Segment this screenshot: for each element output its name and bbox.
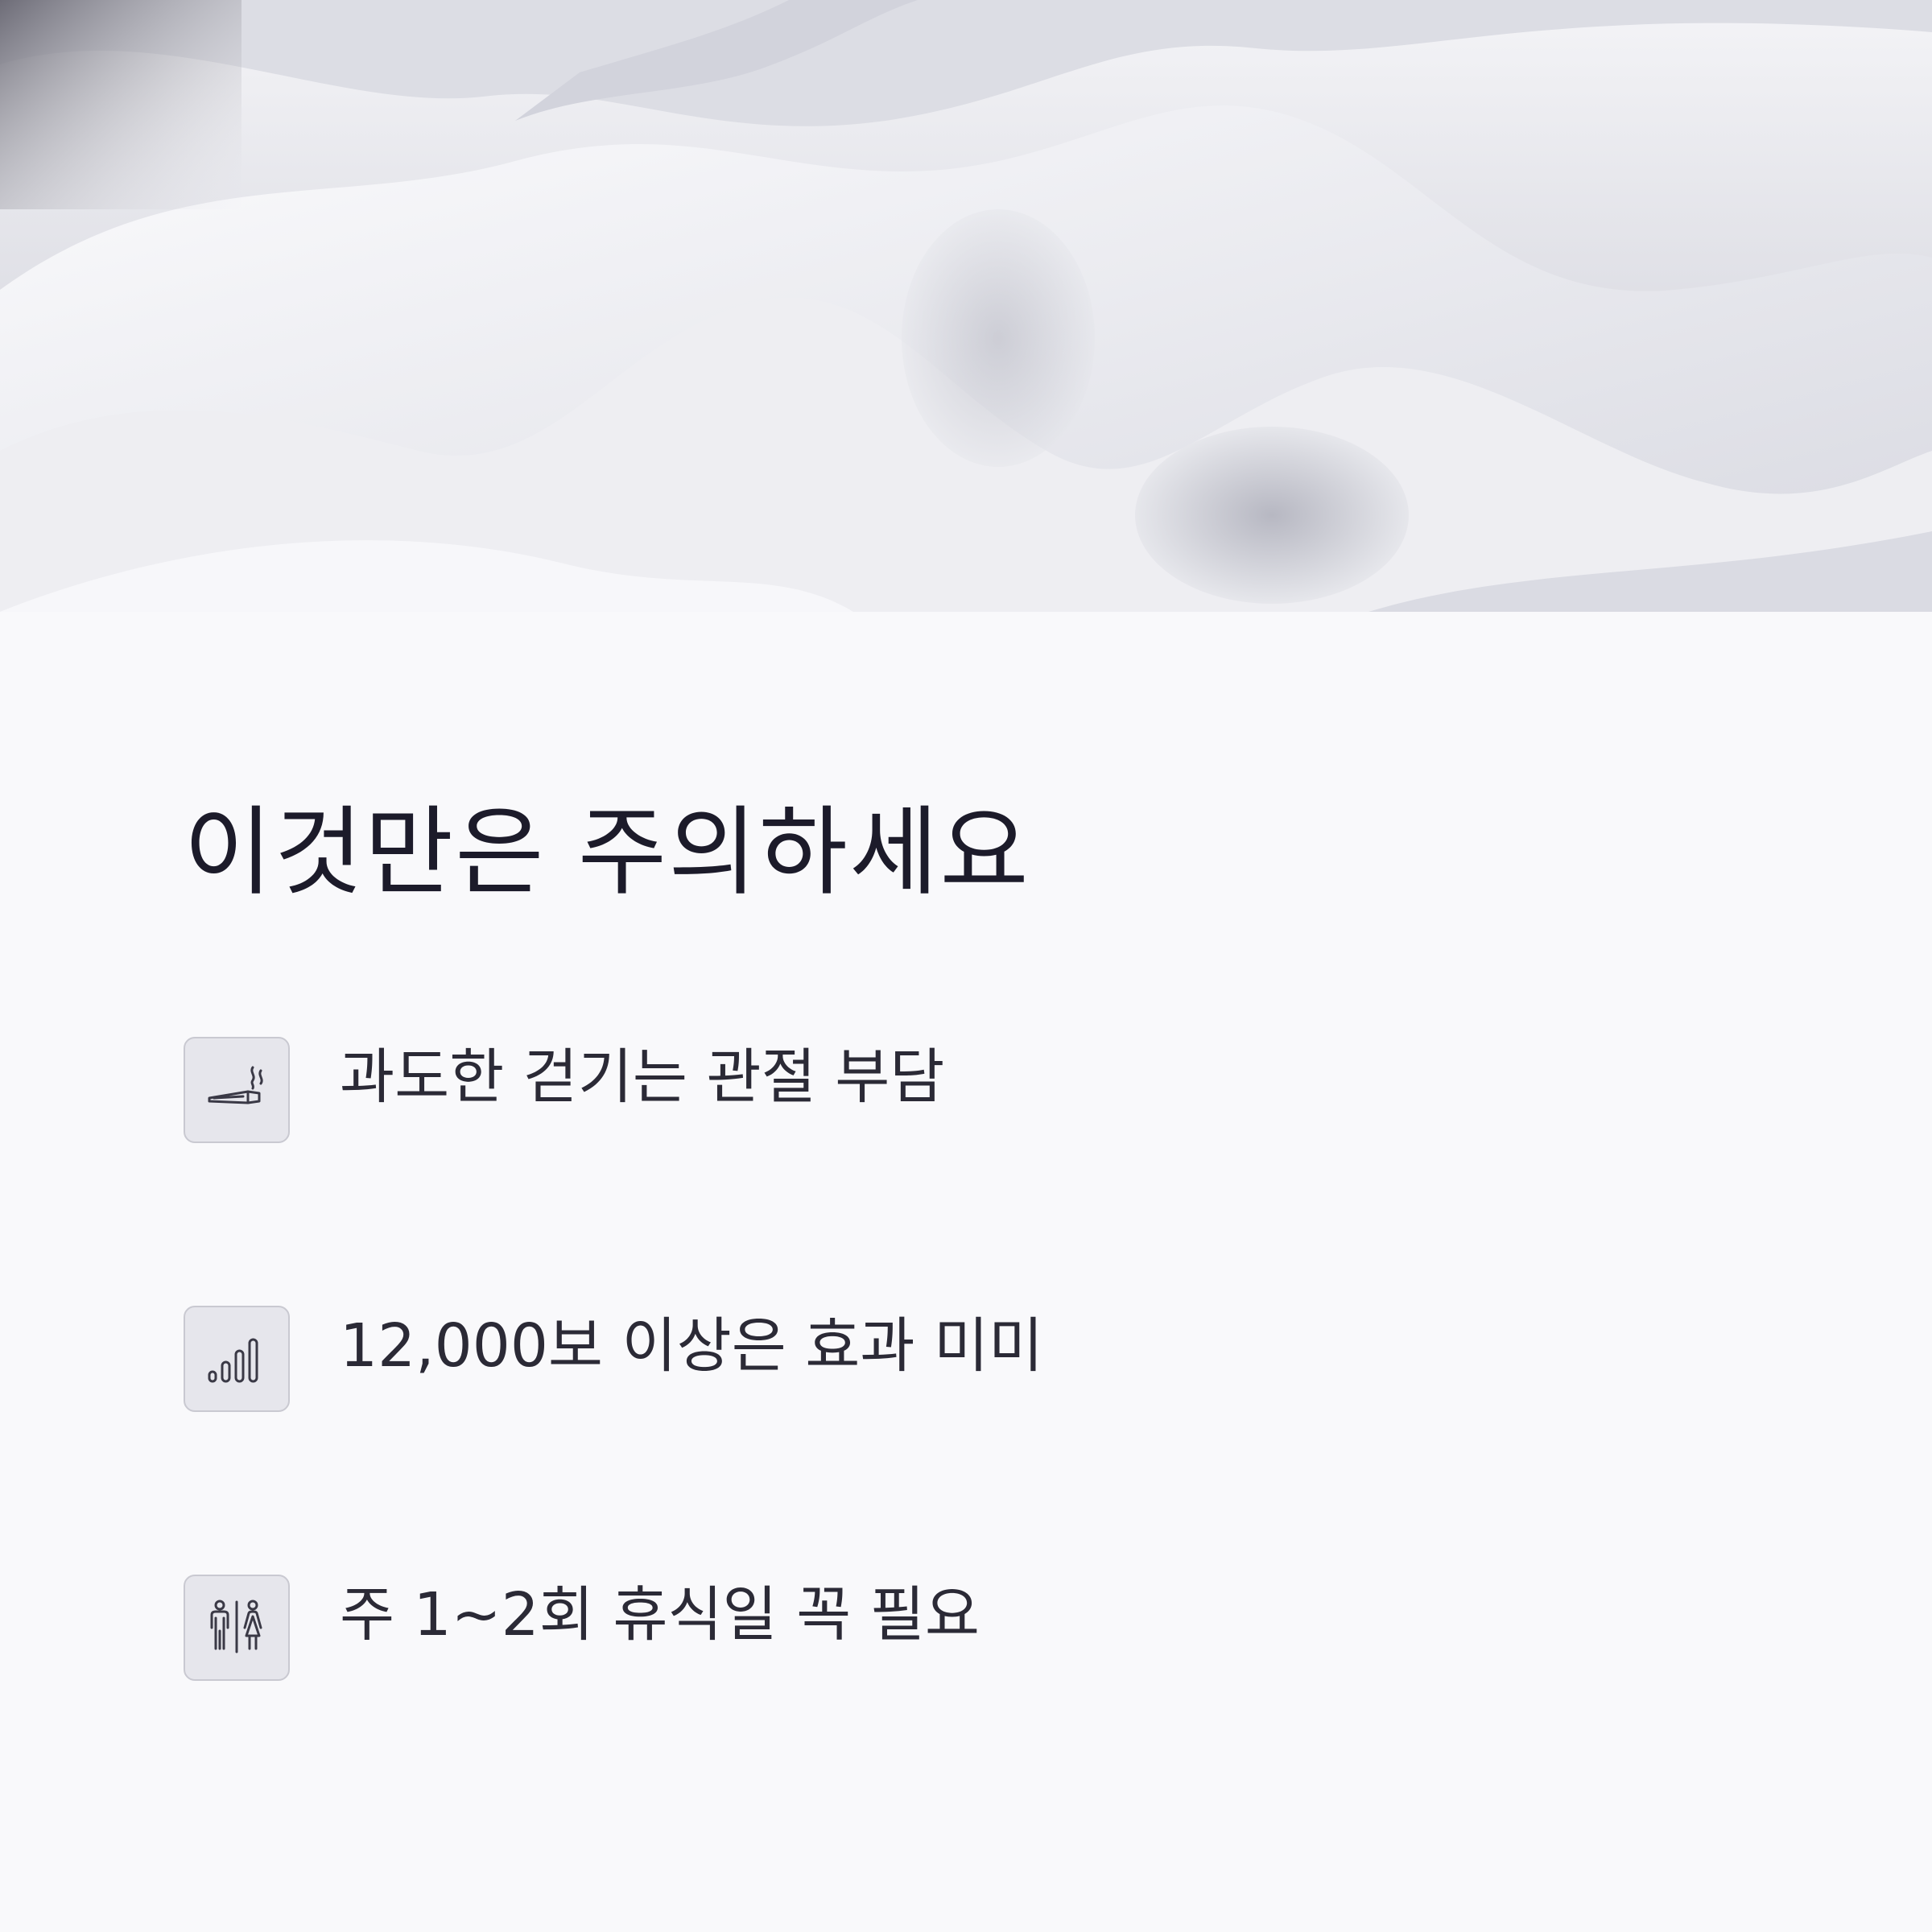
list-item: 과도한 걷기는 관절 부담 bbox=[184, 1037, 1633, 1146]
item-text: 과도한 걷기는 관절 부담 bbox=[340, 1042, 945, 1112]
warning-section: 이것만은 주의하세요 과도한 걷기는 관절 부담 12,000보 이상은 효과 … bbox=[0, 612, 1932, 1932]
hero-image bbox=[0, 0, 1932, 612]
list-item: 주 1~2회 휴식일 꼭 필요 bbox=[184, 1575, 1633, 1684]
signal-bars-icon bbox=[184, 1306, 290, 1412]
man-woman-icon bbox=[184, 1575, 290, 1681]
item-text: 12,000보 이상은 효과 미미 bbox=[340, 1311, 1044, 1381]
section-title: 이것만은 주의하세요 bbox=[184, 797, 1030, 909]
abstract-waves-illustration bbox=[0, 0, 1932, 612]
list-item: 12,000보 이상은 효과 미미 bbox=[184, 1306, 1633, 1415]
item-text: 주 1~2회 휴식일 꼭 필요 bbox=[340, 1580, 980, 1649]
cigarette-icon bbox=[184, 1037, 290, 1143]
